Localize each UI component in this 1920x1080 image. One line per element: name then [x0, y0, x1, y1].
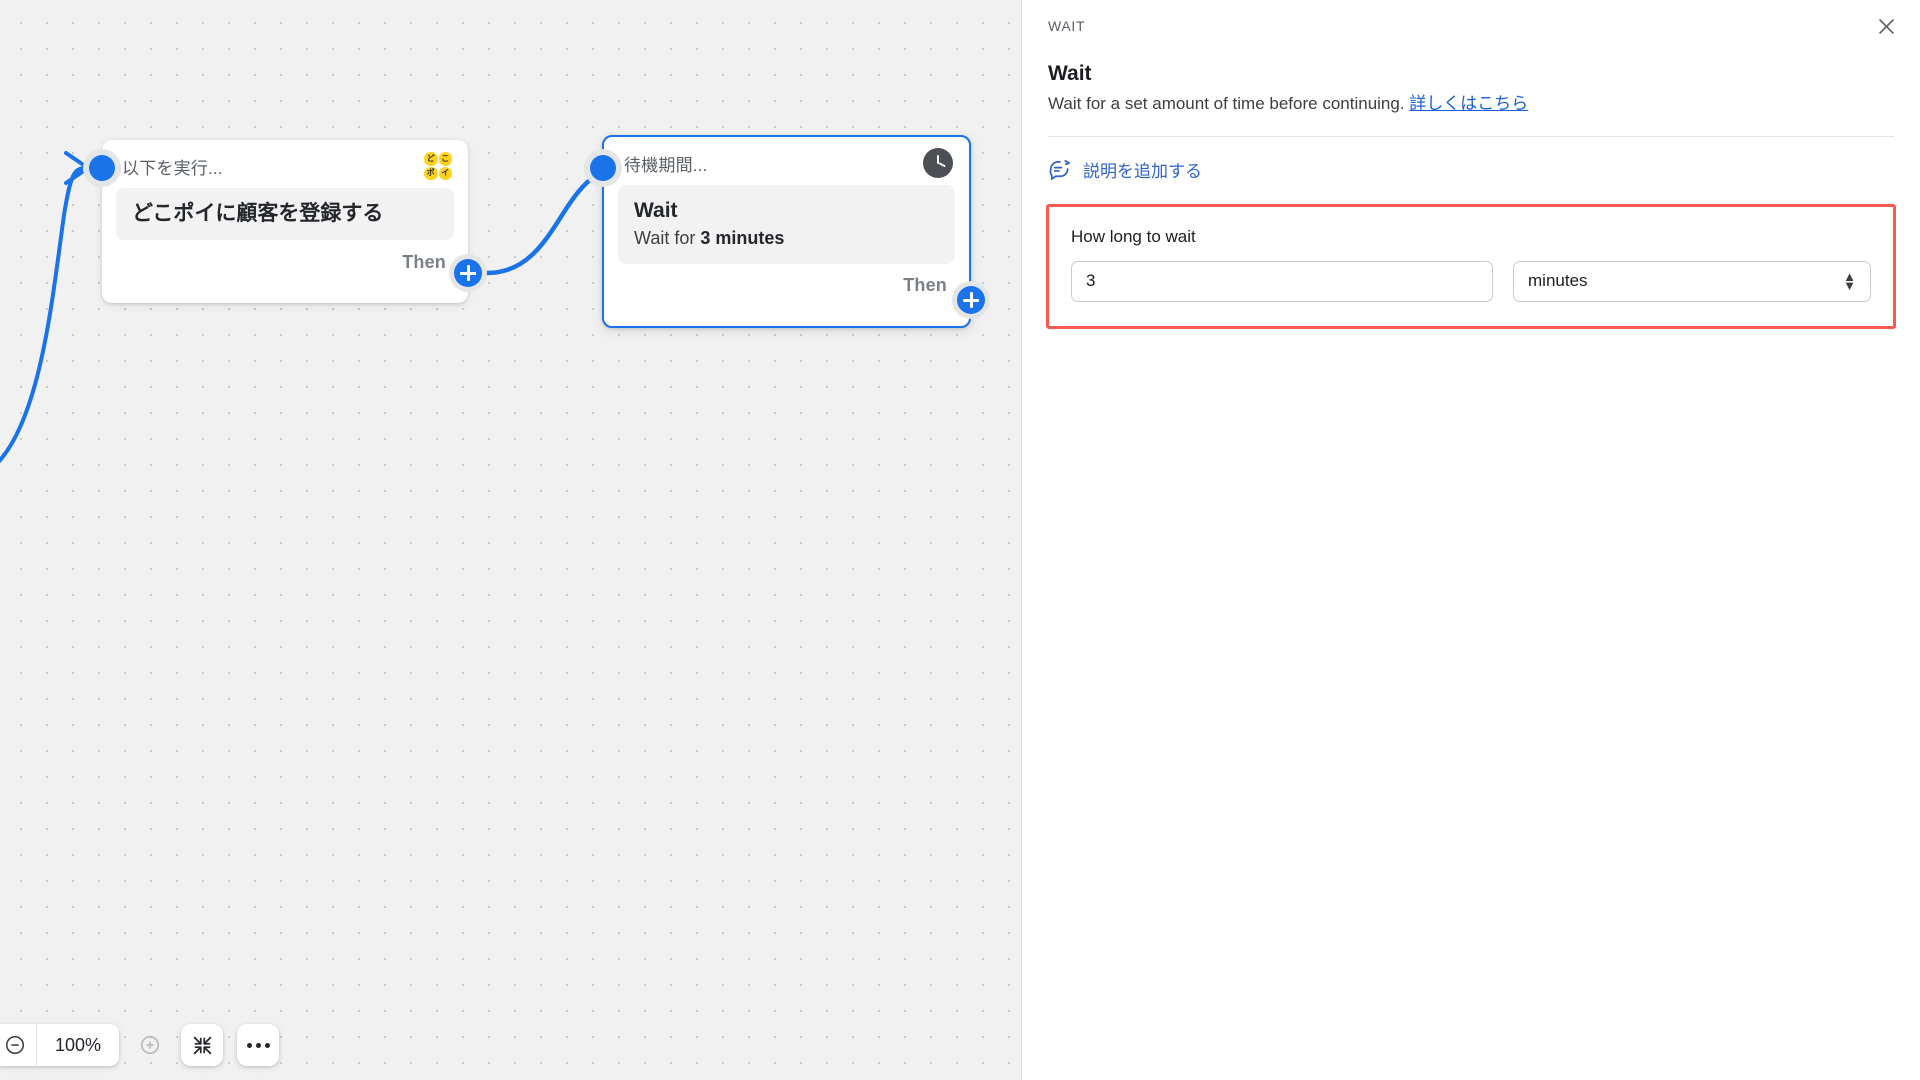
wait-unit-select[interactable]: minutes ▲ ▼ — [1513, 260, 1871, 302]
workflow-editor: 以下を実行... ど こ ポ イ どこポイに顧客を登録する Then 待機期間.… — [0, 0, 1920, 1080]
node-body-title: Wait — [634, 199, 678, 222]
zoom-level-value[interactable]: 100% — [37, 1024, 119, 1066]
add-step-button-after-action[interactable] — [449, 254, 487, 292]
learn-more-link[interactable]: 詳しくはこちら — [1409, 94, 1528, 113]
node-body[interactable]: Wait Wait for 3 minutes — [618, 185, 955, 264]
chevron-updown-icon: ▲ ▼ — [1843, 268, 1856, 294]
clock-icon — [923, 148, 953, 178]
wait-duration-label: How long to wait — [1071, 226, 1196, 246]
node-input-port-wait[interactable] — [584, 149, 622, 187]
comment-add-icon — [1049, 159, 1070, 180]
plus-icon — [454, 259, 482, 287]
fit-to-screen-button[interactable] — [181, 1024, 224, 1066]
add-step-button-after-wait[interactable] — [952, 281, 990, 319]
node-card-action[interactable]: 以下を実行... ど こ ポ イ どこポイに顧客を登録する Then — [102, 140, 468, 303]
zoom-control-group: 100% — [0, 1024, 120, 1066]
wait-amount-value: 3 — [1086, 271, 1096, 291]
dokopoi-logo-icon: ど こ ポ イ — [424, 152, 452, 180]
wait-amount-input[interactable]: 3 — [1071, 260, 1493, 302]
port-dot — [89, 155, 115, 181]
node-header-title: 待機期間... — [624, 155, 708, 175]
then-label: Then — [402, 251, 446, 272]
panel-description: Wait for a set amount of time before con… — [1048, 92, 1894, 116]
node-header: 以下を実行... ど こ ポ イ — [102, 140, 468, 186]
workflow-canvas[interactable]: 以下を実行... ど こ ポ イ どこポイに顧客を登録する Then 待機期間.… — [0, 0, 1021, 1080]
more-options-button[interactable] — [237, 1024, 280, 1066]
panel-eyebrow: WAIT — [1048, 18, 1086, 34]
node-body-subtitle-prefix: Wait for — [634, 228, 701, 249]
ellipsis-icon — [246, 1042, 270, 1048]
panel-divider — [1048, 135, 1894, 137]
close-icon — [1878, 18, 1894, 34]
port-dot — [590, 155, 616, 181]
collapse-arrows-icon — [193, 1036, 211, 1054]
plus-icon — [957, 286, 985, 314]
logo-cell: こ — [438, 152, 452, 166]
node-card-wait[interactable]: 待機期間... Wait Wait for 3 minutes Then — [602, 135, 971, 328]
add-description-label: 説明を追加する — [1083, 161, 1202, 181]
zoom-out-button[interactable] — [0, 1024, 36, 1066]
node-body-subtitle-strong: 3 minutes — [700, 228, 785, 249]
node-body-subtitle: Wait for 3 minutes — [634, 226, 939, 250]
node-body-title: どこポイに顧客を登録する — [132, 202, 384, 225]
wait-duration-fieldset: How long to wait 3 minutes ▲ ▼ — [1046, 203, 1896, 329]
wait-unit-value: minutes — [1528, 271, 1588, 291]
panel-description-text: Wait for a set amount of time before con… — [1048, 94, 1405, 113]
panel-title: Wait — [1048, 62, 1092, 85]
wait-duration-controls: 3 minutes ▲ ▼ — [1071, 260, 1871, 302]
then-label: Then — [903, 275, 947, 296]
close-panel-button[interactable] — [1870, 10, 1902, 42]
node-footer: Then — [102, 240, 468, 288]
plus-circle-icon — [141, 1035, 160, 1055]
node-header: 待機期間... — [604, 137, 969, 183]
node-body[interactable]: どこポイに顧客を登録する — [116, 188, 454, 241]
canvas-toolbar: 100% — [0, 1024, 280, 1066]
logo-cell: ポ — [424, 166, 438, 180]
node-header-title: 以下を実行... — [122, 158, 223, 178]
zoom-in-button[interactable] — [133, 1028, 167, 1062]
step-details-panel: WAIT Wait Wait for a set amount of time … — [1021, 0, 1920, 1080]
node-footer: Then — [604, 264, 969, 312]
panel-header: WAIT Wait Wait for a set amount of time … — [1022, 0, 1920, 137]
minus-circle-icon — [5, 1035, 25, 1055]
node-input-port-action[interactable] — [83, 149, 121, 187]
add-description-button[interactable]: 説明を追加する — [1022, 137, 1920, 204]
logo-cell: イ — [438, 166, 452, 180]
logo-cell: ど — [424, 152, 438, 166]
